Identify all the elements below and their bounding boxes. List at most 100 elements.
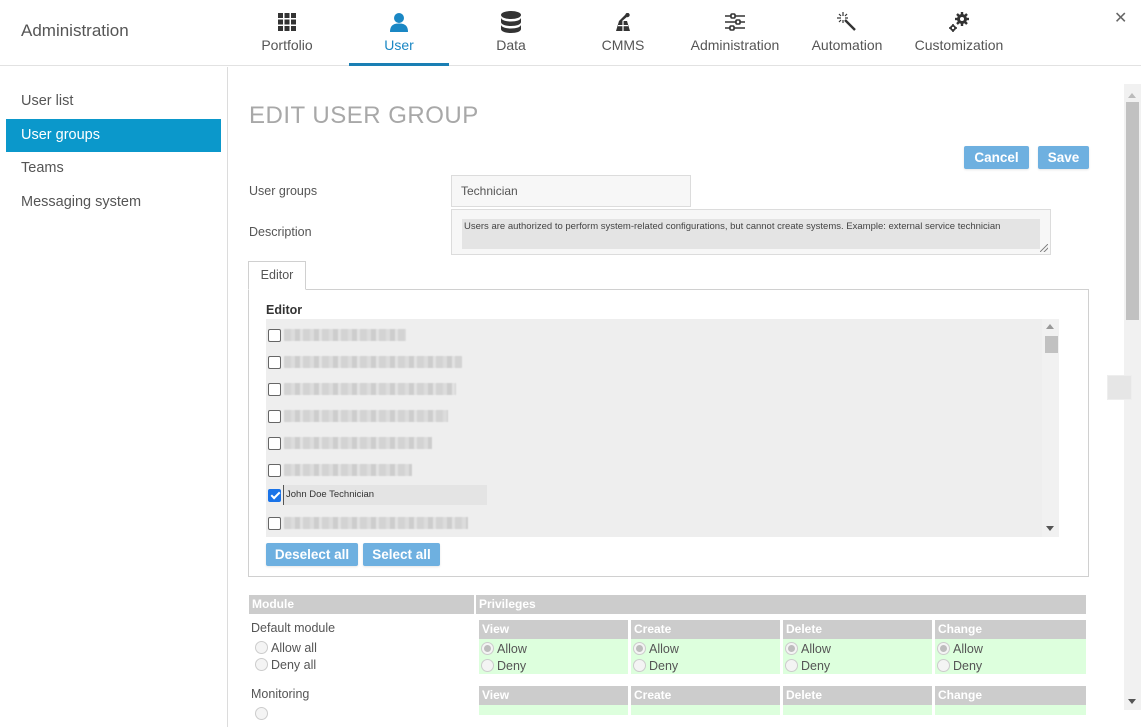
view-deny-radio[interactable]: Deny (481, 657, 526, 674)
radio-button[interactable] (785, 659, 798, 672)
list-item[interactable] (266, 433, 1046, 453)
create-privilege-cell (631, 705, 780, 715)
create-allow-radio[interactable]: Allow (633, 640, 679, 657)
gears-icon (948, 11, 970, 33)
editor-panel: Editor John Doe Technician Deselect all … (248, 289, 1089, 577)
redacted-user-name (284, 464, 412, 476)
list-item[interactable] (266, 379, 1046, 399)
app-title: Administration (21, 21, 129, 40)
radio-button[interactable] (255, 707, 268, 720)
change-allow-radio[interactable]: Allow (937, 640, 983, 657)
radio-button-selected[interactable] (633, 642, 646, 655)
allow-all-radio[interactable] (255, 705, 271, 722)
list-item[interactable] (266, 325, 1046, 345)
change-privilege-cell: Allow Deny (935, 639, 1086, 674)
scrollbar-thumb[interactable] (1126, 102, 1139, 320)
radio-button[interactable] (937, 659, 950, 672)
grid-icon (276, 11, 298, 33)
magic-wand-icon (836, 11, 858, 33)
deny-all-radio[interactable]: Deny all (255, 656, 316, 673)
nav-administration[interactable]: Administration (685, 0, 785, 66)
description-textarea[interactable]: Users are authorized to perform system-r… (451, 209, 1051, 255)
view-privilege-cell: Allow Deny (479, 639, 628, 674)
user-icon (388, 11, 410, 33)
radio-label: Deny (649, 658, 679, 673)
user-checkbox[interactable] (268, 409, 281, 423)
redacted-user-name (284, 329, 406, 341)
nav-automation[interactable]: Automation (797, 0, 897, 66)
nav-data[interactable]: Data (461, 0, 561, 66)
description-label: Description (249, 225, 312, 239)
delete-deny-radio[interactable]: Deny (785, 657, 830, 674)
nav-customization[interactable]: Customization (909, 0, 1009, 66)
list-scrollbar[interactable] (1042, 319, 1059, 537)
radio-label: Allow all (271, 640, 317, 655)
user-checkbox[interactable] (268, 436, 281, 450)
module-name: Monitoring (251, 687, 310, 701)
nav-label: Automation (811, 37, 883, 53)
view-header: View (479, 686, 628, 705)
create-deny-radio[interactable]: Deny (633, 657, 678, 674)
deselect-all-button[interactable]: Deselect all (266, 543, 358, 566)
sidebar-item-teams[interactable]: Teams (6, 152, 221, 185)
redacted-user-name (284, 356, 462, 368)
radio-button-selected[interactable] (481, 642, 494, 655)
radio-button[interactable] (255, 641, 268, 654)
change-deny-radio[interactable]: Deny (937, 657, 982, 674)
scrollbar-thumb[interactable] (1045, 336, 1058, 353)
list-item[interactable] (266, 406, 1046, 426)
delete-header: Delete (783, 620, 932, 639)
user-group-name-input[interactable]: Technician (451, 175, 691, 207)
radio-button-selected[interactable] (937, 642, 950, 655)
save-button[interactable]: Save (1038, 146, 1089, 169)
nav-user[interactable]: User (349, 0, 449, 66)
radio-label: Allow (801, 641, 831, 656)
scroll-down-icon[interactable] (1046, 526, 1054, 531)
radio-button-selected[interactable] (785, 642, 798, 655)
list-item[interactable] (266, 513, 1046, 533)
radio-label: Deny (953, 658, 983, 673)
list-item[interactable]: John Doe Technician (266, 485, 1046, 505)
user-checkbox[interactable] (268, 382, 281, 396)
radio-button[interactable] (255, 658, 268, 671)
nav-label: CMMS (601, 37, 645, 53)
user-checkbox-checked[interactable] (268, 488, 281, 502)
delete-allow-radio[interactable]: Allow (785, 640, 831, 657)
radio-label: Allow (497, 641, 527, 656)
delete-privilege-cell: Allow Deny (783, 639, 932, 674)
nav-label: Administration (690, 37, 780, 53)
list-item[interactable] (266, 460, 1046, 480)
floating-widget[interactable] (1107, 375, 1132, 400)
user-checkbox[interactable] (268, 463, 281, 477)
radio-label: Deny (497, 658, 527, 673)
nav-portfolio[interactable]: Portfolio (237, 0, 337, 66)
description-text: Users are authorized to perform system-r… (462, 219, 1040, 249)
module-column-header: Module (249, 595, 474, 614)
user-checkbox[interactable] (268, 328, 281, 342)
list-item[interactable] (266, 352, 1046, 372)
sidebar-item-messaging-system[interactable]: Messaging system (6, 186, 221, 219)
scroll-up-icon[interactable] (1046, 324, 1054, 329)
sidebar-item-user-list[interactable]: User list (6, 85, 221, 118)
scroll-down-icon[interactable] (1128, 699, 1136, 704)
top-navigation-bar: Administration Portfolio User Data CMMS (0, 0, 1141, 66)
close-icon[interactable]: ✕ (1114, 8, 1127, 28)
user-checkbox[interactable] (268, 516, 281, 530)
cancel-button[interactable]: Cancel (964, 146, 1029, 169)
nav-cmms[interactable]: CMMS (573, 0, 673, 66)
radio-button[interactable] (633, 659, 646, 672)
allow-all-radio[interactable]: Allow all (255, 639, 317, 656)
radio-button[interactable] (481, 659, 494, 672)
tab-editor[interactable]: Editor (248, 261, 306, 290)
user-checkbox[interactable] (268, 355, 281, 369)
scroll-up-icon[interactable] (1128, 93, 1136, 98)
sidebar: User list User groups Teams Messaging sy… (0, 67, 228, 727)
resize-handle-icon[interactable] (1040, 244, 1048, 252)
sidebar-item-user-groups[interactable]: User groups (6, 119, 221, 152)
redacted-user-name (284, 383, 456, 395)
select-all-button[interactable]: Select all (363, 543, 440, 566)
view-allow-radio[interactable]: Allow (481, 640, 527, 657)
nav-label: Data (496, 37, 526, 53)
editor-heading: Editor (266, 303, 303, 317)
change-header: Change (935, 620, 1086, 639)
